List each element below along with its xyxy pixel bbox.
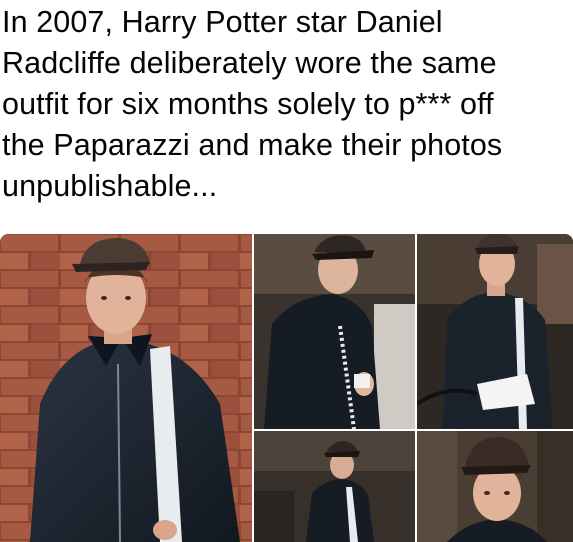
photo-collage[interactable]	[0, 234, 573, 542]
photo-close-up[interactable]	[417, 431, 573, 542]
post-caption: In 2007, Harry Potter star Daniel Radcli…	[2, 2, 562, 207]
photo-holding-papers[interactable]	[417, 234, 573, 429]
caption-line-4: the Paparazzi and make their photos	[2, 128, 503, 162]
photo-looking-down[interactable]	[254, 234, 415, 429]
caption-line-5: unpublishable...	[2, 169, 218, 203]
caption-line-1: In 2007, Harry Potter star Daniel	[2, 5, 443, 39]
photo-brick-wall[interactable]	[0, 234, 252, 542]
caption-line-3: outfit for six months solely to p*** off	[2, 87, 494, 121]
photo-walking[interactable]	[254, 431, 415, 542]
social-post: In 2007, Harry Potter star Daniel Radcli…	[0, 0, 573, 542]
caption-line-2: Radcliffe deliberately wore the same	[2, 46, 497, 80]
